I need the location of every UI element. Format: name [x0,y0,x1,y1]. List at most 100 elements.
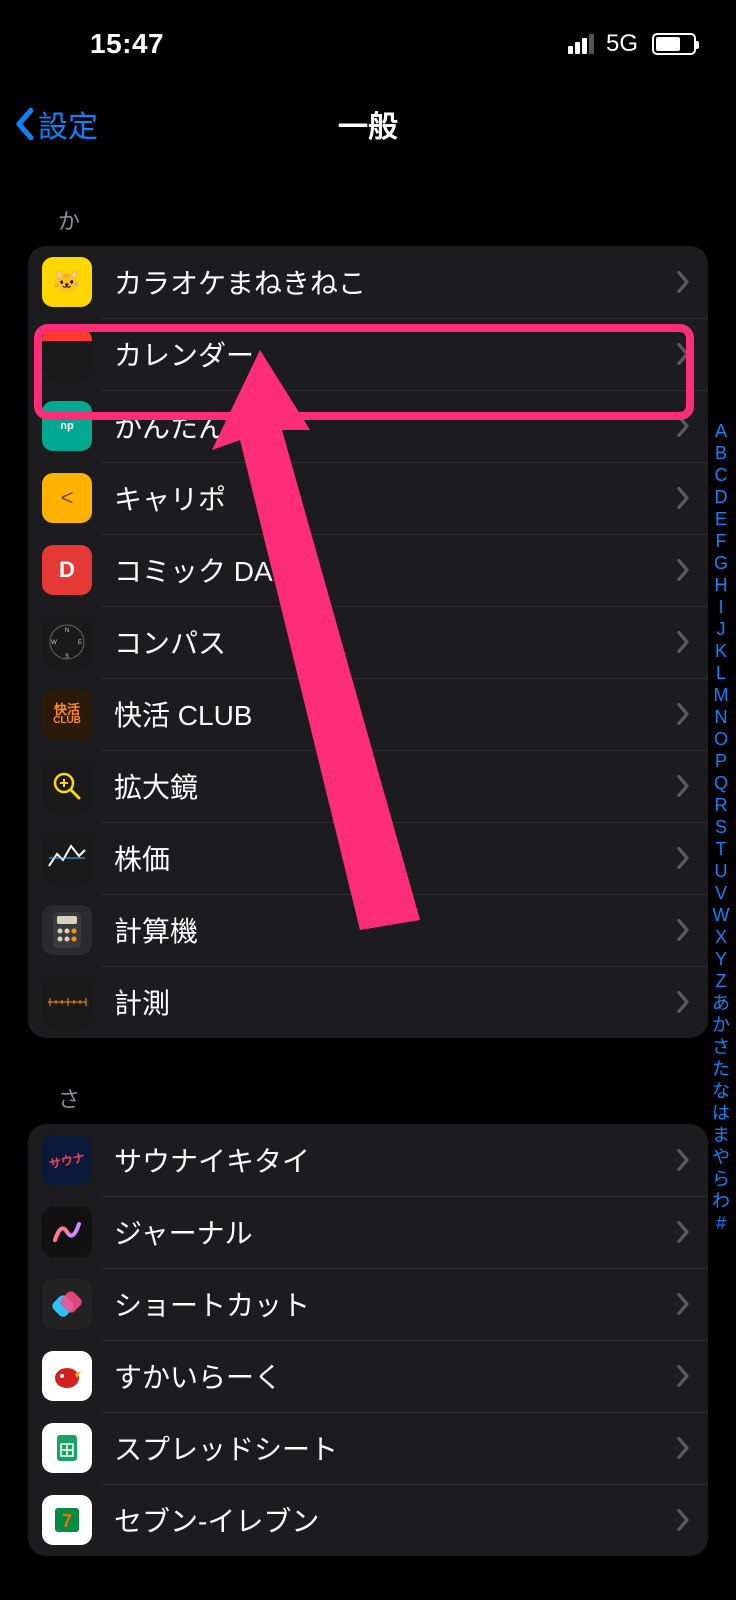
index-letter[interactable]: ま [712,1124,730,1146]
index-letter[interactable]: X [715,926,727,948]
index-letter[interactable]: O [714,728,728,750]
navigation-bar: 設定 一般 [0,88,736,160]
app-label: ジャーナル [114,1212,676,1252]
app-label: コミック DAYS [114,550,676,590]
app-label: 快活 CLUB [114,694,676,734]
chevron-right-icon [676,558,690,582]
app-icon-magnifier [42,761,92,811]
app-row-journal[interactable]: ジャーナル [28,1196,708,1268]
svg-text:E: E [78,640,82,646]
app-row-manekineko[interactable]: 🐱 カラオケまねきねこ [28,246,708,318]
app-row-comicdays[interactable]: D コミック DAYS [28,534,708,606]
app-row-measure[interactable]: 計測 [28,966,708,1038]
index-letter[interactable]: S [715,816,727,838]
index-letter[interactable]: L [716,662,726,684]
index-letter[interactable]: Y [715,948,727,970]
chevron-right-icon [676,342,690,366]
section-index-bar[interactable]: ABCDEFGHIJKLMNOPQRSTUVWXYZあかさたなはまやらわ# [708,420,734,1234]
chevron-right-icon [676,486,690,510]
chevron-left-icon [12,107,36,141]
index-letter[interactable]: J [717,618,726,640]
index-letter[interactable]: U [715,860,728,882]
index-letter[interactable]: さ [712,1036,730,1058]
app-row-compass[interactable]: NESW コンパス [28,606,708,678]
index-letter[interactable]: W [713,904,730,926]
index-letter[interactable]: I [718,596,723,618]
chevron-right-icon [676,702,690,726]
index-letter[interactable]: C [715,464,728,486]
app-label: コンパス [114,622,676,662]
index-letter[interactable]: か [712,1014,730,1036]
app-row-calculator[interactable]: 計算機 [28,894,708,966]
index-letter[interactable]: ら [712,1168,730,1190]
app-row-shortcuts[interactable]: ショートカット [28,1268,708,1340]
status-right: 5G [568,30,696,58]
index-letter[interactable]: B [715,442,727,464]
index-letter[interactable]: M [714,684,729,706]
app-row-seveneleven[interactable]: 7 セブン-イレブン [28,1484,708,1556]
chevron-right-icon [676,918,690,942]
app-row-sauna[interactable]: サウナ サウナイキタイ [28,1124,708,1196]
chevron-right-icon [676,1220,690,1244]
app-label: カレンダー [114,334,676,374]
chevron-right-icon [676,1148,690,1172]
app-label: サウナイキタイ [114,1140,676,1180]
app-label: 株価 [114,838,676,878]
back-label: 設定 [38,102,98,146]
page-title: 一般 [338,102,398,146]
index-letter[interactable]: や [712,1146,730,1168]
app-label: すかいらーく [114,1356,676,1396]
index-letter[interactable]: F [716,530,727,552]
app-row-kyaripo[interactable]: < キャリポ [28,462,708,534]
app-row-skylark[interactable]: すかいらーく [28,1340,708,1412]
index-letter[interactable]: Q [714,772,728,794]
index-letter[interactable]: わ [712,1190,730,1212]
app-icon-compass: NESW [42,617,92,667]
app-icon-kyaripo: < [42,473,92,523]
app-icon-sauna: サウナ [42,1135,92,1185]
index-letter[interactable]: # [716,1212,726,1234]
app-row-netprint[interactable]: np かんたん rint [28,390,708,462]
index-letter[interactable]: N [715,706,728,728]
index-letter[interactable]: A [715,420,727,442]
index-letter[interactable]: G [714,552,728,574]
index-letter[interactable]: あ [712,992,730,1014]
index-letter[interactable]: た [712,1058,730,1080]
app-icon-seveneleven: 7 [42,1495,92,1545]
index-letter[interactable]: P [715,750,727,772]
section-group-ka: 🐱 カラオケまねきねこ カレンダー np かんたん rint < キャリポ [28,246,708,1038]
svg-text:7: 7 [62,1511,72,1531]
app-label: かんたん rint [114,406,676,446]
index-letter[interactable]: Z [716,970,727,992]
chevron-right-icon [676,270,690,294]
chevron-right-icon [676,414,690,438]
index-letter[interactable]: E [715,508,727,530]
svg-text:W: W [51,640,57,646]
index-letter[interactable]: D [715,486,728,508]
chevron-right-icon [676,1508,690,1532]
chevron-right-icon [676,630,690,654]
app-label: キャリポ [114,478,676,518]
index-letter[interactable]: R [715,794,728,816]
index-letter[interactable]: T [716,838,727,860]
chevron-right-icon [676,1364,690,1388]
section-header-sa: さ [28,1058,708,1124]
index-letter[interactable]: な [712,1080,730,1102]
app-row-kaikatsu[interactable]: 快活CLUB 快活 CLUB [28,678,708,750]
app-row-magnifier[interactable]: 拡大鏡 [28,750,708,822]
section-header-ka: か [28,180,708,246]
app-row-sheets[interactable]: スプレッドシート [28,1412,708,1484]
app-icon-manekineko: 🐱 [42,257,92,307]
index-letter[interactable]: K [715,640,727,662]
cellular-signal-icon [568,34,594,54]
index-letter[interactable]: H [715,574,728,596]
app-row-calendar[interactable]: カレンダー [28,318,708,390]
index-letter[interactable]: は [712,1102,730,1124]
app-label: セブン-イレブン [114,1500,676,1540]
app-row-stocks[interactable]: 株価 [28,822,708,894]
back-button[interactable]: 設定 [12,88,98,160]
index-letter[interactable]: V [715,882,727,904]
app-label: 計測 [114,982,676,1022]
content-scroll[interactable]: か 🐱 カラオケまねきねこ カレンダー np かんたん rint < キャリポ [0,180,736,1600]
chevron-right-icon [676,990,690,1014]
